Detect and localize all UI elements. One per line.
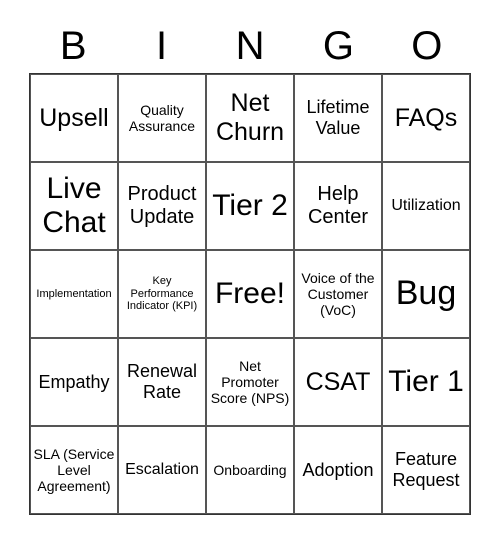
bingo-cell[interactable]: Key Performance Indicator (KPI) (118, 250, 206, 338)
header-letter-o: O (411, 24, 443, 68)
bingo-cell[interactable]: Live Chat (30, 162, 118, 250)
bingo-cell[interactable]: FAQs (382, 74, 470, 162)
bingo-cell[interactable]: Feature Request (382, 426, 470, 514)
bingo-cell[interactable]: Utilization (382, 162, 470, 250)
bingo-cell[interactable]: Quality Assurance (118, 74, 206, 162)
bingo-cell[interactable]: Renewal Rate (118, 338, 206, 426)
header-letter-n: N (235, 24, 265, 68)
bingo-cell[interactable]: Empathy (30, 338, 118, 426)
bingo-cell[interactable]: Voice of the Customer (VoC) (294, 250, 382, 338)
header-letter-g: G (322, 24, 354, 68)
bingo-cell[interactable]: SLA (Service Level Agreement) (30, 426, 118, 514)
bingo-header: B I N G O (29, 20, 471, 73)
bingo-cell[interactable]: Tier 2 (206, 162, 294, 250)
header-letter-i: I (156, 24, 168, 68)
bingo-cell[interactable]: Net Promoter Score (NPS) (206, 338, 294, 426)
bingo-cell[interactable]: Adoption (294, 426, 382, 514)
bingo-cell[interactable]: Upsell (30, 74, 118, 162)
bingo-cell[interactable]: Onboarding (206, 426, 294, 514)
bingo-cell[interactable]: CSAT (294, 338, 382, 426)
bingo-cell[interactable]: Net Churn (206, 74, 294, 162)
bingo-cell[interactable]: Escalation (118, 426, 206, 514)
bingo-cell[interactable]: Tier 1 (382, 338, 470, 426)
free-space-cell[interactable]: Free! (206, 250, 294, 338)
header-letter-b: B (59, 24, 87, 68)
bingo-cell[interactable]: Help Center (294, 162, 382, 250)
bingo-cell[interactable]: Bug (382, 250, 470, 338)
bingo-cell[interactable]: Lifetime Value (294, 74, 382, 162)
bingo-cell[interactable]: Implementation (30, 250, 118, 338)
bingo-cell[interactable]: Product Update (118, 162, 206, 250)
bingo-grid: Upsell Quality Assurance Net Churn Lifet… (29, 73, 471, 515)
